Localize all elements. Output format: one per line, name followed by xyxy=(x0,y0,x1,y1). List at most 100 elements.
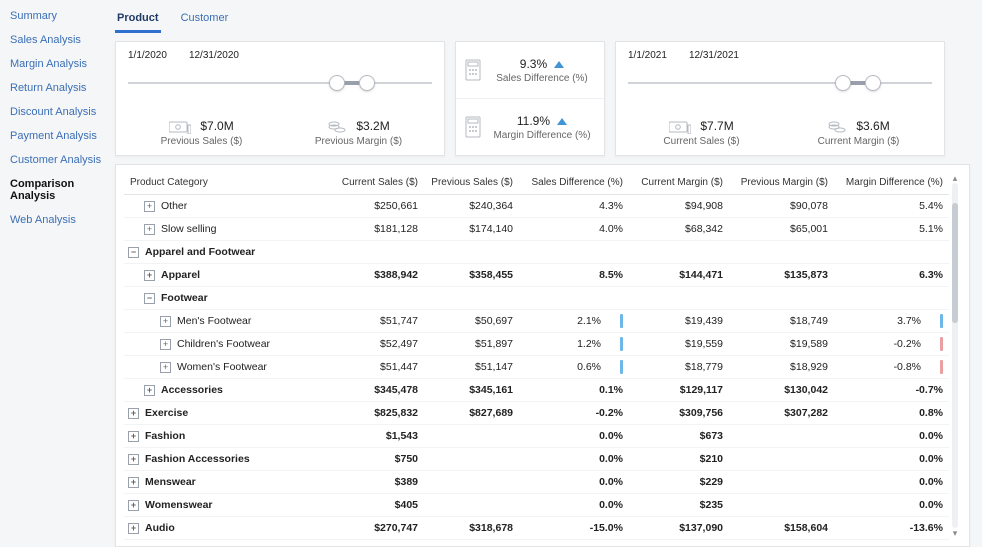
cell xyxy=(629,241,729,264)
cell xyxy=(729,471,834,494)
cell xyxy=(729,287,834,310)
expand-icon[interactable]: + xyxy=(128,431,139,442)
cell: $174,140 xyxy=(424,218,519,241)
table-row[interactable]: −Apparel and Footwear xyxy=(124,241,949,264)
category-label: Exercise xyxy=(145,407,188,419)
table-row[interactable]: +Fashion Accessories$7500.0%$2100.0% xyxy=(124,448,949,471)
expand-icon[interactable]: + xyxy=(128,500,139,511)
tab-customer[interactable]: Customer xyxy=(179,8,231,33)
cell: 0.0% xyxy=(834,425,949,448)
curr-sales-label: Current Sales ($) xyxy=(628,136,775,147)
cell: -0.7% xyxy=(834,379,949,402)
collapse-icon[interactable]: − xyxy=(128,247,139,258)
comparison-table: Product CategoryCurrent Sales ($)Previou… xyxy=(124,171,949,540)
table-row[interactable]: +Other$250,661$240,3644.3%$94,908$90,078… xyxy=(124,195,949,218)
cell: $235 xyxy=(629,494,729,517)
category-label: Footwear xyxy=(161,292,208,304)
expand-icon[interactable]: + xyxy=(128,477,139,488)
table-row[interactable]: +Womenswear$4050.0%$2350.0% xyxy=(124,494,949,517)
table-row[interactable]: +Accessories$345,478$345,1610.1%$129,117… xyxy=(124,379,949,402)
table-scroll[interactable]: Product CategoryCurrent Sales ($)Previou… xyxy=(124,171,949,540)
table-row[interactable]: +Women's Footwear$51,447$51,1470.6%$18,7… xyxy=(124,356,949,379)
scroll-down-icon[interactable]: ▾ xyxy=(953,528,958,538)
col-header[interactable]: Previous Sales ($) xyxy=(424,171,519,195)
slider-handle-icon[interactable] xyxy=(359,75,375,91)
cell: $388,942 xyxy=(334,264,424,287)
col-header[interactable]: Product Category xyxy=(124,171,334,195)
cell: $750 xyxy=(334,448,424,471)
table-row[interactable]: +Slow selling$181,128$174,1404.0%$68,342… xyxy=(124,218,949,241)
expand-icon[interactable]: + xyxy=(128,454,139,465)
diff-bar-icon xyxy=(940,337,943,351)
expand-icon[interactable]: + xyxy=(128,523,139,534)
slider-handle-icon[interactable] xyxy=(835,75,851,91)
vertical-scrollbar[interactable]: ▴ ▾ xyxy=(949,171,961,540)
expand-icon[interactable]: + xyxy=(144,385,155,396)
cell xyxy=(729,241,834,264)
cell: $51,147 xyxy=(424,356,519,379)
col-header[interactable]: Sales Difference (%) xyxy=(519,171,629,195)
sidebar-item-comparison-analysis[interactable]: Comparison Analysis xyxy=(0,172,115,208)
cell xyxy=(729,494,834,517)
table-row[interactable]: +Audio$270,747$318,678-15.0%$137,090$158… xyxy=(124,517,949,540)
table-row[interactable]: −Footwear xyxy=(124,287,949,310)
sidebar-item-summary[interactable]: Summary xyxy=(0,4,115,28)
sidebar-item-sales-analysis[interactable]: Sales Analysis xyxy=(0,28,115,52)
slider-handle-icon[interactable] xyxy=(329,75,345,91)
cell xyxy=(424,287,519,310)
scroll-thumb[interactable] xyxy=(952,203,958,323)
cell: $137,090 xyxy=(629,517,729,540)
curr-margin-label: Current Margin ($) xyxy=(785,136,932,147)
sidebar-item-payment-analysis[interactable]: Payment Analysis xyxy=(0,124,115,148)
col-header[interactable]: Margin Difference (%) xyxy=(834,171,949,195)
slider-handle-icon[interactable] xyxy=(865,75,881,91)
table-row[interactable]: +Children's Footwear$52,497$51,8971.2%$1… xyxy=(124,333,949,356)
col-header[interactable]: Current Margin ($) xyxy=(629,171,729,195)
collapse-icon[interactable]: − xyxy=(144,293,155,304)
sidebar-item-web-analysis[interactable]: Web Analysis xyxy=(0,208,115,232)
expand-icon[interactable]: + xyxy=(160,362,171,373)
curr-range-slider[interactable] xyxy=(628,82,932,84)
category-label: Apparel and Footwear xyxy=(145,246,255,258)
table-row[interactable]: +Apparel$388,942$358,4558.5%$144,471$135… xyxy=(124,264,949,287)
tab-product[interactable]: Product xyxy=(115,8,161,33)
cell: $309,756 xyxy=(629,402,729,425)
prev-range-slider[interactable] xyxy=(128,82,432,84)
table-row[interactable]: +Men's Footwear$51,747$50,6972.1%$19,439… xyxy=(124,310,949,333)
curr-sales-value: $7.7M xyxy=(700,119,733,133)
table-row[interactable]: +Exercise$825,832$827,689-0.2%$309,756$3… xyxy=(124,402,949,425)
cell: 6.3% xyxy=(834,264,949,287)
scroll-up-icon[interactable]: ▴ xyxy=(953,173,958,183)
sidebar-item-return-analysis[interactable]: Return Analysis xyxy=(0,76,115,100)
cell: $68,342 xyxy=(629,218,729,241)
coins-icon xyxy=(827,120,847,134)
diff-bar-icon xyxy=(620,360,623,374)
diff-bar-icon xyxy=(940,314,943,328)
cell: $229 xyxy=(629,471,729,494)
prev-margin-label: Previous Margin ($) xyxy=(285,136,432,147)
cell xyxy=(424,448,519,471)
expand-icon[interactable]: + xyxy=(160,316,171,327)
expand-icon[interactable]: + xyxy=(128,408,139,419)
category-label: Womenswear xyxy=(145,499,213,511)
expand-icon[interactable]: + xyxy=(144,201,155,212)
cash-icon xyxy=(669,120,691,134)
cell: 4.0% xyxy=(519,218,629,241)
col-header[interactable]: Previous Margin ($) xyxy=(729,171,834,195)
table-row[interactable]: +Menswear$3890.0%$2290.0% xyxy=(124,471,949,494)
sidebar-item-discount-analysis[interactable]: Discount Analysis xyxy=(0,100,115,124)
cell: $389 xyxy=(334,471,424,494)
expand-icon[interactable]: + xyxy=(160,339,171,350)
cell: $65,001 xyxy=(729,218,834,241)
col-header[interactable]: Current Sales ($) xyxy=(334,171,424,195)
expand-icon[interactable]: + xyxy=(144,224,155,235)
cell: $240,364 xyxy=(424,195,519,218)
cell xyxy=(424,471,519,494)
expand-icon[interactable]: + xyxy=(144,270,155,281)
sidebar-item-margin-analysis[interactable]: Margin Analysis xyxy=(0,52,115,76)
table-row[interactable]: +Fashion$1,5430.0%$6730.0% xyxy=(124,425,949,448)
margin-diff-label: Margin Difference (%) xyxy=(488,130,596,141)
sidebar-item-customer-analysis[interactable]: Customer Analysis xyxy=(0,148,115,172)
prev-from-date: 1/1/2020 xyxy=(128,50,167,61)
cell: -0.8% xyxy=(834,356,949,379)
